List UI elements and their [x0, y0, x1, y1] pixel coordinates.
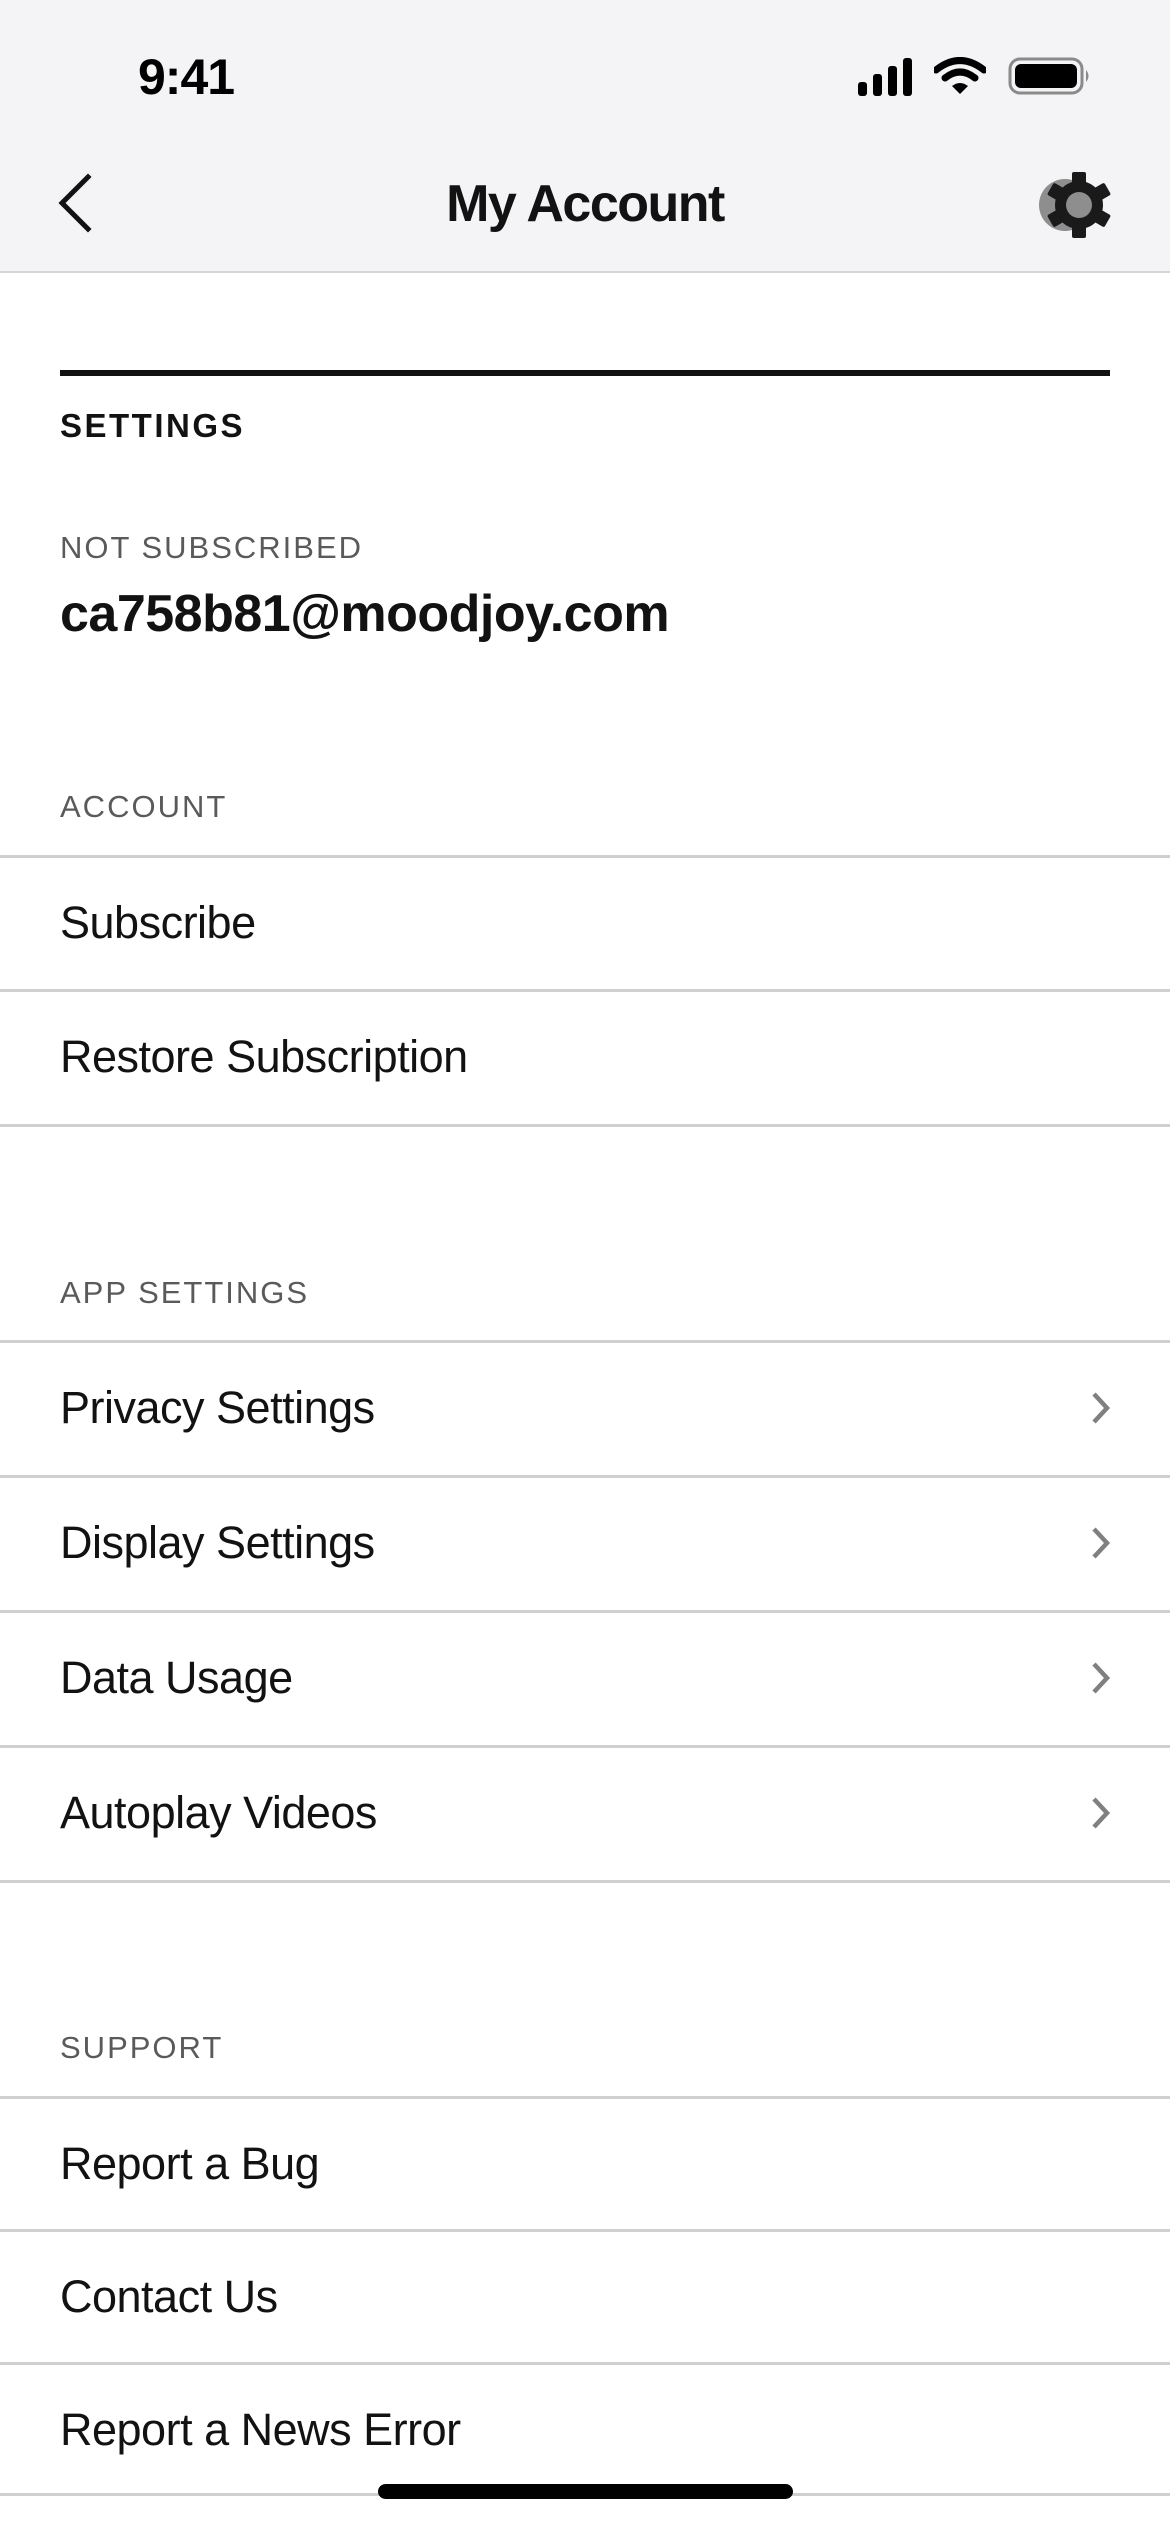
account-email: ca758b81@moodjoy.com	[60, 585, 670, 643]
settings-button[interactable]	[1030, 165, 1120, 245]
chevron-right-icon	[1086, 1388, 1116, 1428]
row-label: Privacy Settings	[60, 1382, 375, 1433]
top-bar: 9:41 My Account	[0, 0, 1170, 273]
section-header-app-settings: APP SETTINGS	[60, 1275, 310, 1310]
section-header-account: ACCOUNT	[60, 789, 228, 824]
row-label: Subscribe	[60, 897, 256, 948]
divider	[0, 1124, 1170, 1127]
subscription-status: NOT SUBSCRIBED	[60, 530, 364, 565]
section-rule	[60, 370, 1110, 376]
chevron-right-icon	[1086, 1523, 1116, 1563]
chevron-right-icon	[1086, 1658, 1116, 1698]
status-icons	[858, 56, 1092, 96]
row-label: Display Settings	[60, 1517, 375, 1568]
home-indicator[interactable]	[378, 2484, 793, 2499]
display-settings-row[interactable]: Display Settings	[0, 1477, 1170, 1609]
page-title: My Account	[446, 175, 725, 233]
privacy-settings-row[interactable]: Privacy Settings	[0, 1342, 1170, 1474]
row-label: Autoplay Videos	[60, 1787, 377, 1838]
report-news-error-row[interactable]: Report a News Error	[0, 2364, 1170, 2496]
status-time: 9:41	[138, 49, 235, 105]
wifi-icon	[934, 57, 986, 95]
battery-icon	[1008, 56, 1092, 96]
subscribe-row[interactable]: Subscribe	[0, 857, 1170, 989]
row-label: Report a Bug	[60, 2138, 320, 2189]
row-label: Data Usage	[60, 1652, 293, 1703]
gear-icon	[1039, 172, 1111, 238]
report-bug-row[interactable]: Report a Bug	[0, 2098, 1170, 2230]
data-usage-row[interactable]: Data Usage	[0, 1612, 1170, 1744]
section-header-support: SUPPORT	[60, 2030, 224, 2065]
cellular-signal-icon	[858, 56, 912, 96]
row-label: Restore Subscription	[60, 1031, 468, 1082]
settings-heading: SETTINGS	[60, 407, 246, 444]
divider	[0, 1880, 1170, 1883]
restore-subscription-row[interactable]: Restore Subscription	[0, 991, 1170, 1123]
contact-us-row[interactable]: Contact Us	[0, 2231, 1170, 2363]
row-label: Contact Us	[60, 2271, 278, 2322]
row-label: Report a News Error	[60, 2404, 461, 2455]
autoplay-videos-row[interactable]: Autoplay Videos	[0, 1747, 1170, 1879]
chevron-right-icon	[1086, 1793, 1116, 1833]
